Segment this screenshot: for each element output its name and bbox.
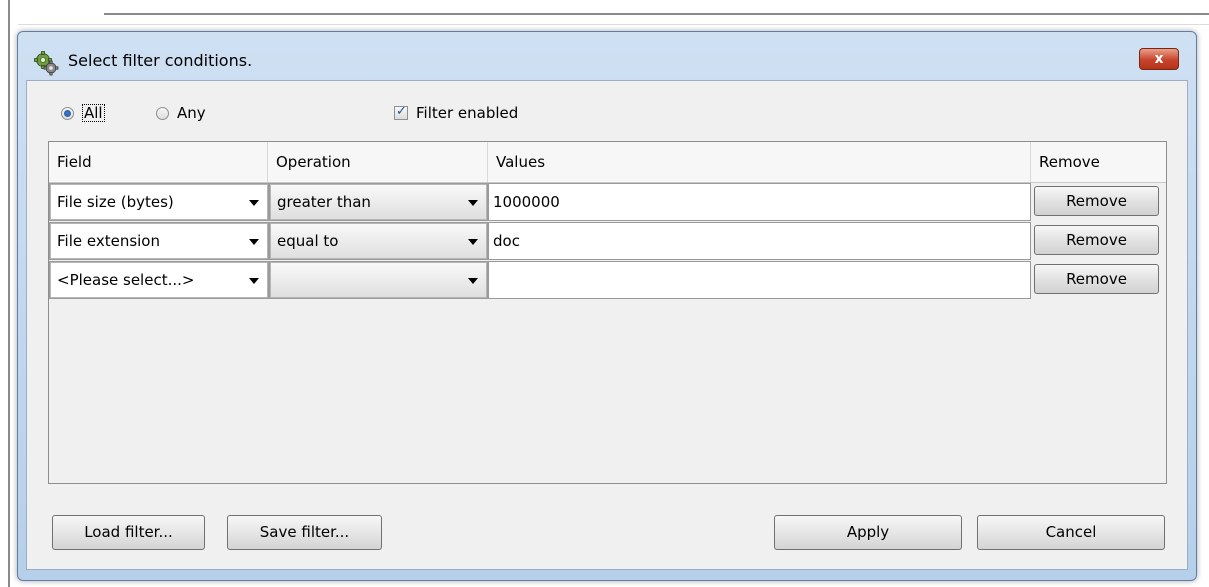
- table-row: File size (bytes) greater than 1000000 R…: [49, 183, 1166, 221]
- value-input[interactable]: 1000000: [489, 184, 1030, 220]
- filter-enabled-checkbox[interactable]: Filter enabled: [394, 104, 518, 122]
- column-header-operation[interactable]: Operation: [268, 142, 488, 182]
- close-icon: x: [1154, 51, 1164, 67]
- table-row: <Please select...> Remove: [49, 261, 1166, 299]
- column-header-field[interactable]: Field: [49, 142, 268, 182]
- filter-enabled-label: Filter enabled: [416, 104, 519, 122]
- remove-row-button[interactable]: Remove: [1034, 225, 1159, 255]
- operation-select[interactable]: greater than: [270, 184, 487, 220]
- cancel-button[interactable]: Cancel: [977, 515, 1165, 550]
- apply-button[interactable]: Apply: [774, 515, 962, 550]
- filter-dialog: Select filter conditions. x All Any Filt…: [17, 31, 1197, 581]
- remove-row-button[interactable]: Remove: [1034, 264, 1159, 294]
- match-any-radio[interactable]: Any: [156, 104, 206, 122]
- remove-row-button[interactable]: Remove: [1034, 186, 1159, 216]
- value-input[interactable]: [489, 262, 1030, 298]
- gears-icon: [34, 51, 59, 76]
- conditions-table: Field Operation Values Remove File size …: [48, 141, 1167, 484]
- field-select[interactable]: File size (bytes): [50, 184, 268, 220]
- operation-select[interactable]: equal to: [270, 223, 487, 259]
- match-all-label: All: [82, 104, 105, 122]
- chevron-down-icon: [249, 200, 259, 206]
- chevron-down-icon: [468, 239, 478, 245]
- chevron-down-icon: [468, 278, 478, 284]
- column-header-remove[interactable]: Remove: [1031, 142, 1166, 182]
- match-all-radio[interactable]: All: [61, 104, 105, 122]
- save-filter-button[interactable]: Save filter...: [227, 515, 382, 550]
- value-input[interactable]: doc: [489, 223, 1030, 259]
- dialog-title: Select filter conditions.: [68, 51, 253, 70]
- background-grid-line: [18, 24, 1209, 25]
- column-header-values[interactable]: Values: [488, 142, 1031, 182]
- chevron-down-icon: [249, 239, 259, 245]
- table-row: File extension equal to doc Remove: [49, 222, 1166, 260]
- load-filter-button[interactable]: Load filter...: [52, 515, 205, 550]
- field-select[interactable]: File extension: [50, 223, 268, 259]
- chevron-down-icon: [468, 200, 478, 206]
- dialog-body: All Any Filter enabled Field Operation V…: [26, 80, 1188, 570]
- operation-select[interactable]: [270, 262, 487, 298]
- table-header: Field Operation Values Remove: [49, 142, 1166, 183]
- chevron-down-icon: [249, 278, 259, 284]
- checkbox-checked-icon: [394, 104, 408, 120]
- dialog-titlebar[interactable]: Select filter conditions. x: [18, 32, 1196, 76]
- close-button[interactable]: x: [1139, 48, 1179, 70]
- radio-unselected-icon: [156, 106, 169, 120]
- background-toolbar-strip: [104, 5, 1209, 15]
- field-select[interactable]: <Please select...>: [50, 262, 268, 298]
- match-any-label: Any: [177, 104, 206, 122]
- radio-selected-icon: [61, 106, 74, 120]
